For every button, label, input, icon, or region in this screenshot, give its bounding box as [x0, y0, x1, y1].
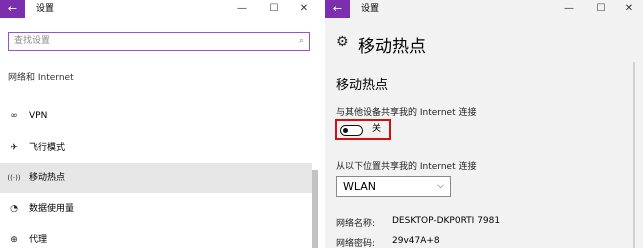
hotspot-icon: ((·)) [7, 174, 21, 182]
back-button[interactable]: ← [325, 0, 350, 18]
title-bar: ← 设置 — ☐ ✕ [325, 0, 643, 18]
nav-item-vpn[interactable]: ∞ VPN [0, 101, 312, 131]
nav-item-label: 数据使用量 [29, 204, 75, 214]
network-name-row: 网络名称: DESKTOP-DKP0RTI 7981 [336, 216, 626, 229]
maximize-button[interactable]: ☐ [260, 0, 288, 18]
search-icon[interactable]: ⌕ [299, 33, 304, 50]
network-name-label: 网络名称: [336, 219, 376, 229]
share-from-label: 从以下位置共享我的 Internet 连接 [336, 162, 477, 172]
nav-item-mobile-hotspot[interactable]: ((·)) 移动热点 [0, 163, 312, 193]
page-title: 移动热点 [358, 37, 426, 57]
title-bar: ← 设置 — ☐ ✕ [0, 0, 320, 18]
nav-item-data-usage[interactable]: ◔ 数据使用量 [0, 194, 312, 224]
hotspot-toggle-highlight: 关 [335, 119, 391, 140]
vpn-icon: ∞ [10, 111, 18, 121]
minimize-button[interactable]: — [555, 0, 583, 18]
window-title: 设置 [36, 4, 55, 14]
nav-item-proxy[interactable]: ⊕ 代理 [0, 225, 312, 248]
section-title: 移动热点 [336, 78, 389, 93]
network-name-value: DESKTOP-DKP0RTI 7981 [392, 216, 501, 226]
search-input[interactable]: 查找设置 ⌕ [8, 32, 310, 51]
airplane-icon: ✈ [10, 143, 18, 153]
toggle-knob [343, 127, 348, 133]
gear-icon: ⚙ [336, 34, 349, 50]
window-title: 设置 [361, 4, 380, 14]
chevron-down-icon: ⌵ [437, 181, 444, 191]
scrollbar[interactable] [633, 62, 635, 248]
settings-window-right: ← 设置 — ☐ ✕ ⚙ 移动热点 移动热点 与其他设备共享我的 Interne… [325, 0, 643, 248]
nav-item-airplane-mode[interactable]: ✈ 飞行模式 [0, 133, 312, 163]
hotspot-toggle[interactable] [340, 125, 363, 136]
toggle-state-label: 关 [372, 124, 382, 134]
network-password-value: 29v47A+8 [392, 236, 440, 246]
connection-select[interactable]: WLAN ⌵ [336, 176, 451, 197]
maximize-button[interactable]: ☐ [587, 0, 615, 18]
network-password-row: 网络密码: 29v47A+8 [336, 236, 626, 248]
nav-item-label: VPN [29, 111, 48, 121]
settings-window-left: ← 设置 — ☐ ✕ 查找设置 ⌕ 网络和 Internet ∞ VPN ✈ 飞… [0, 0, 320, 248]
nav-item-label: 飞行模式 [29, 143, 66, 153]
section-heading: 网络和 Internet [8, 73, 74, 83]
share-connection-label: 与其他设备共享我的 Internet 连接 [336, 108, 477, 118]
network-password-label: 网络密码: [336, 239, 376, 248]
nav-item-label: 代理 [29, 235, 48, 245]
search-placeholder: 查找设置 [14, 36, 51, 46]
proxy-icon: ⊕ [10, 235, 18, 245]
scrollbar[interactable] [312, 170, 318, 248]
connection-select-value: WLAN [343, 180, 377, 193]
back-button[interactable]: ← [0, 0, 25, 18]
data-usage-icon: ◔ [10, 204, 18, 214]
nav-item-label: 移动热点 [29, 173, 66, 183]
close-button[interactable]: ✕ [290, 0, 318, 18]
close-button[interactable]: ✕ [615, 0, 643, 18]
minimize-button[interactable]: — [228, 0, 256, 18]
